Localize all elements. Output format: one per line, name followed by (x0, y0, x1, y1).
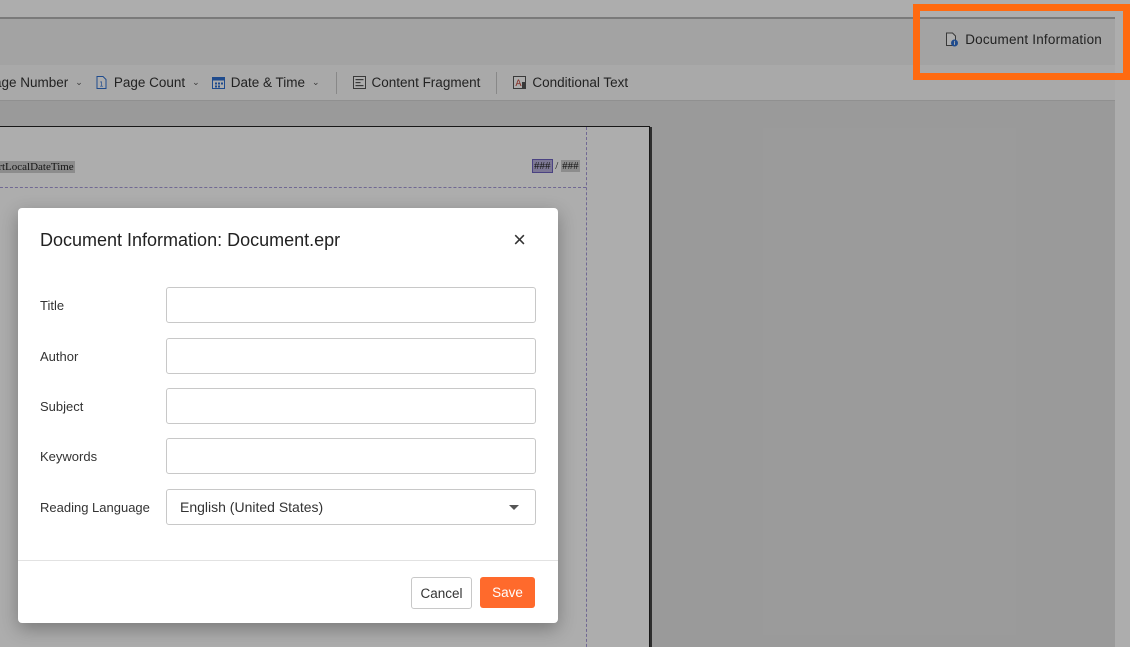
document-information-dialog: Document Information: Document.epr × Tit… (18, 208, 558, 623)
keywords-field[interactable] (166, 438, 536, 474)
title-label: Title (40, 298, 65, 313)
dialog-title: Document Information: Document.epr (40, 230, 341, 250)
dialog-footer-divider (18, 560, 558, 561)
reading-language-select[interactable]: English (United States) (166, 489, 536, 525)
author-field[interactable] (166, 338, 536, 374)
save-button[interactable]: Save (480, 577, 535, 608)
keywords-label: Keywords (40, 449, 98, 464)
subject-label: Subject (40, 399, 84, 414)
title-field[interactable] (166, 287, 536, 323)
cancel-button[interactable]: Cancel (411, 577, 472, 609)
reading-language-label: Reading Language (40, 500, 150, 515)
author-label: Author (40, 349, 79, 364)
subject-field[interactable] (166, 388, 536, 424)
reading-language-value: English (United States) (180, 499, 324, 515)
close-icon[interactable]: × (513, 229, 526, 251)
caret-down-icon (509, 505, 519, 510)
highlight-box (913, 4, 1130, 80)
